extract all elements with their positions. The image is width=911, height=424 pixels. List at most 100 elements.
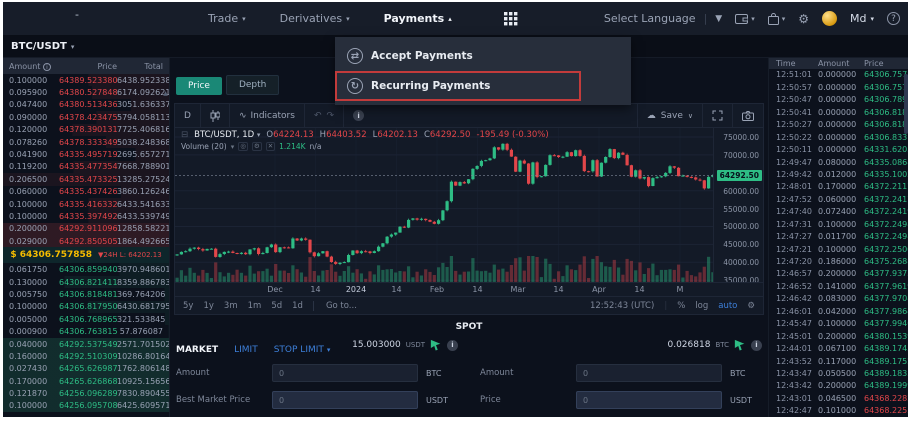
info-icon[interactable]: i	[43, 63, 51, 71]
ask-row[interactable]: 0.09000064378.4234755794.058113	[3, 111, 169, 123]
trade-row[interactable]: 12:51:010.00000064306.757858	[769, 69, 908, 81]
trade-row[interactable]: 12:47:400.07240064372.241917	[769, 206, 908, 218]
tab-price[interactable]: Price	[176, 77, 222, 95]
site-logo[interactable]: -	[75, 8, 79, 21]
interval-button[interactable]: D	[175, 104, 201, 127]
tab-depth[interactable]: Depth	[226, 75, 279, 95]
volume-label[interactable]: Volume (20)	[181, 142, 227, 151]
trade-row[interactable]: 12:47:310.10000064372.249890	[769, 218, 908, 230]
collapse-icon[interactable]: ⊟	[181, 130, 188, 140]
bid-row[interactable]: 0.16000064292.51030910286.801649	[3, 350, 169, 362]
bid-row[interactable]: 0.12187064256.0962897830.890455	[3, 387, 169, 399]
ask-row[interactable]: 0.20000064292.91109612858.582219	[3, 223, 169, 235]
scale-auto[interactable]: auto	[718, 301, 737, 311]
range-5d[interactable]: 5d	[271, 301, 282, 311]
eye-icon[interactable]: ◎	[238, 142, 248, 151]
info-icon[interactable]: i	[751, 340, 762, 351]
ask-row[interactable]: 0.07826064378.3333495038.248368	[3, 136, 169, 148]
ask-row[interactable]: 0.12000064378.3901317725.406816	[3, 124, 169, 136]
scale-log[interactable]: log	[695, 301, 708, 311]
redo-icon[interactable]: ↷	[327, 111, 335, 121]
menu-item-recurring-payments[interactable]: ↻ Recurring Payments	[335, 71, 581, 101]
legend-symbol[interactable]: BTC/USDT, 1D ▾	[194, 130, 260, 140]
range-1y[interactable]: 1y	[203, 301, 213, 311]
trade-row[interactable]: 12:42:470.10100064368.225300	[769, 405, 908, 417]
trade-row[interactable]: 12:50:570.00000064306.757858	[769, 81, 908, 93]
wallet-menu[interactable]: ▾	[735, 13, 755, 24]
bid-row[interactable]: 0.06175064306.8599403970.948601	[3, 263, 169, 275]
chart-type-button[interactable]	[201, 104, 230, 127]
trade-row[interactable]: 12:50:270.00000064306.818481	[769, 119, 908, 131]
trade-row[interactable]: 12:47:210.10000064372.250068	[769, 243, 908, 255]
tab-market[interactable]: MARKET	[176, 345, 218, 355]
trades-scrollbar[interactable]	[904, 74, 908, 134]
ask-row[interactable]: 0.20650064335.47332513285.275242	[3, 173, 169, 185]
info-button[interactable]: i	[344, 104, 373, 127]
bid-row[interactable]: 0.00500064306.768965321.533845	[3, 313, 169, 325]
indicators-button[interactable]: ∿ Indicators	[230, 104, 305, 127]
tab-limit[interactable]: LIMIT	[234, 345, 258, 355]
pair-selector[interactable]: BTC/USDT ▾	[11, 41, 74, 52]
orderbook-scrollbar[interactable]: ▲	[162, 90, 169, 120]
close-icon[interactable]: ✕	[266, 142, 275, 151]
field-input-amount[interactable]	[576, 364, 722, 382]
trade-row[interactable]: 12:47:200.18600064375.268870	[769, 255, 908, 267]
ask-row[interactable]: 0.04740064380.5134363051.636337	[3, 99, 169, 111]
menu-item-accept-payments[interactable]: ⇄ Accept Payments	[335, 41, 631, 71]
snapshot-button[interactable]	[733, 104, 763, 127]
user-menu[interactable]: Md ▾	[850, 12, 874, 25]
tab-stop-limit[interactable]: STOP LIMIT▾	[274, 345, 331, 355]
trade-row[interactable]: 12:48:010.17000064372.211787	[769, 181, 908, 193]
ask-row[interactable]: 0.02900064292.8505051864.492665	[3, 235, 169, 247]
undo-icon[interactable]: ↶	[314, 111, 322, 121]
settings-icon[interactable]: ⚙	[252, 142, 262, 151]
bid-row[interactable]: 0.04000064292.5375492571.701502	[3, 338, 169, 350]
last-price-row[interactable]: $ 64306.757858 ▼24H L: 64202.13	[3, 247, 169, 263]
trade-row[interactable]: 12:50:470.00000064306.789952	[769, 94, 908, 106]
ask-row[interactable]: 0.11920064335.4773547668.788901	[3, 161, 169, 173]
field-input-best-market-price[interactable]	[272, 391, 418, 409]
trade-row[interactable]: 12:45:470.10000064377.994602	[769, 318, 908, 330]
trade-row[interactable]: 12:43:520.11700064389.175200	[769, 355, 908, 367]
trade-row[interactable]: 12:43:010.04650064368.228204	[769, 392, 908, 404]
trade-row[interactable]: 12:46:010.04200064377.986400	[769, 305, 908, 317]
info-icon[interactable]: i	[447, 340, 458, 351]
trade-row[interactable]: 12:47:520.06000064372.241761	[769, 193, 908, 205]
trade-row[interactable]: 12:49:420.01200064335.100218	[769, 168, 908, 180]
ask-row[interactable]: 0.09590064380.5278486174.092621	[3, 86, 169, 98]
trade-row[interactable]: 12:46:420.08300064377.970870	[769, 293, 908, 305]
trade-row[interactable]: 12:50:410.00000064306.818481	[769, 106, 908, 118]
ask-row[interactable]: 0.10000064389.5233806438.952338	[3, 74, 169, 86]
trade-row[interactable]: 12:44:010.06710064389.174500	[769, 342, 908, 354]
clock[interactable]: 12:52:43 (UTC)	[590, 301, 654, 311]
nav-item-trade[interactable]: Trade▾	[208, 12, 246, 25]
chart-settings-button[interactable]: ⚙	[747, 301, 755, 311]
bid-row[interactable]: 0.13000064306.8214118359.886783	[3, 276, 169, 288]
bid-row[interactable]: 0.10000064256.0957086425.609571	[3, 400, 169, 412]
help-button[interactable]: ?	[887, 12, 900, 25]
range-1d[interactable]: 1d	[292, 301, 303, 311]
trade-row[interactable]: 12:45:010.20000064380.153929	[769, 330, 908, 342]
avatar[interactable]	[822, 11, 837, 26]
trade-row[interactable]: 12:43:470.05050064389.183330	[769, 367, 908, 379]
trade-row[interactable]: 12:46:570.20000064377.937500	[769, 268, 908, 280]
nav-item-payments[interactable]: Payments▴	[384, 12, 452, 25]
ask-row[interactable]: 0.06000064335.4374263860.126246	[3, 186, 169, 198]
bid-row[interactable]: 0.10000064306.8179506430.681795	[3, 301, 169, 313]
bid-row[interactable]: 0.17000064265.62686810925.156568	[3, 375, 169, 387]
goto-button[interactable]: Go to...	[313, 301, 357, 311]
bid-row[interactable]: 0.00090064306.76381557.876087	[3, 325, 169, 337]
fullscreen-button[interactable]	[703, 104, 733, 127]
nav-item-derivatives[interactable]: Derivatives▾	[280, 12, 350, 25]
trade-row[interactable]: 12:46:520.14100064377.961938	[769, 280, 908, 292]
trade-row[interactable]: 12:50:110.00000064331.620589	[769, 143, 908, 155]
settings-button[interactable]: ⚙	[798, 12, 809, 26]
bid-row[interactable]: 0.00575064306.818481369.764206	[3, 288, 169, 300]
apps-grid-icon[interactable]	[504, 12, 518, 26]
trade-row[interactable]: 12:50:220.00000064306.833186	[769, 131, 908, 143]
scale-%[interactable]: %	[677, 301, 685, 311]
trade-row[interactable]: 12:43:420.20000064389.199979	[769, 380, 908, 392]
bid-row[interactable]: 0.02743064265.6269871762.806148	[3, 363, 169, 375]
field-input-amount[interactable]	[272, 364, 418, 382]
ask-row[interactable]: 0.04190064335.4957192695.657271	[3, 148, 169, 160]
